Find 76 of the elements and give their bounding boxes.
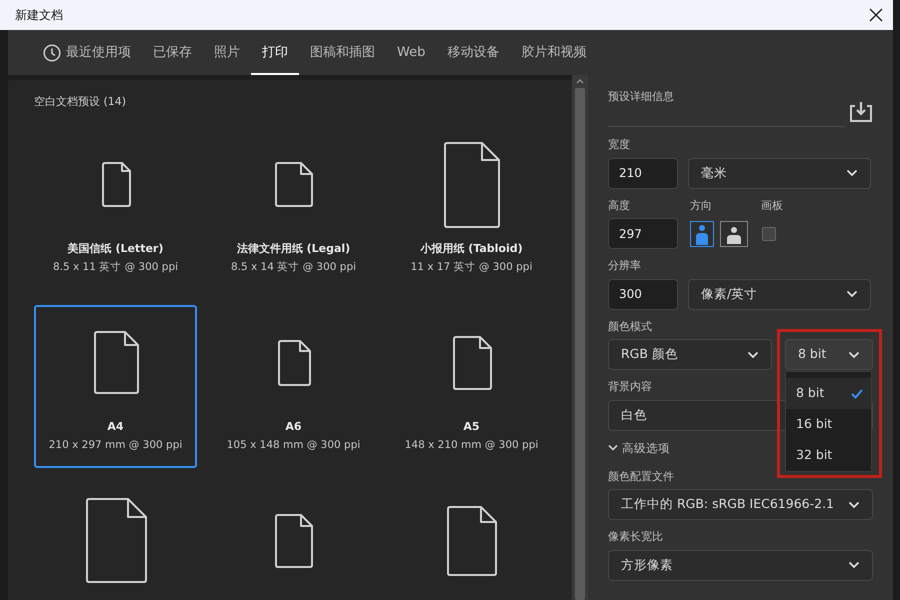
chevron-down-icon bbox=[848, 350, 860, 358]
field-label: 像素长宽比 bbox=[608, 529, 663, 546]
menu-item[interactable]: 32 bit bbox=[786, 440, 871, 471]
preset-size: 8.5 x 14 英寸 @ 300 ppi bbox=[230, 260, 356, 275]
preset-name: A5 bbox=[463, 418, 480, 434]
document-icon bbox=[443, 142, 500, 228]
panel-title: 预设详细信息 bbox=[608, 89, 674, 105]
preset-name: 小报用纸 (Tabloid) bbox=[420, 240, 523, 256]
preset-size: 210 x 297 mm @ 300 ppi bbox=[48, 438, 182, 453]
preset-size: 105 x 148 mm @ 300 ppi bbox=[226, 438, 360, 453]
checkmark-icon bbox=[851, 388, 863, 398]
field-label: 颜色模式 bbox=[608, 318, 652, 334]
close-button[interactable] bbox=[867, 6, 885, 24]
portrait-button[interactable] bbox=[690, 220, 714, 246]
document-icon bbox=[452, 336, 492, 390]
preset-size: 148 x 210 mm @ 300 ppi bbox=[404, 438, 538, 453]
preset-name: A6 bbox=[285, 418, 302, 434]
document-icon bbox=[274, 162, 313, 207]
bit-depth-dropdown[interactable]: 8 bit bbox=[785, 339, 873, 370]
preset-card[interactable]: 法律文件用纸 (Legal) 8.5 x 14 英寸 @ 300 ppi bbox=[212, 126, 375, 290]
preset-card[interactable]: A6 105 x 148 mm @ 300 ppi bbox=[212, 304, 375, 468]
pixel-aspect-dropdown[interactable]: 方形像素 bbox=[608, 550, 873, 581]
preset-card[interactable]: 美国信纸 (Letter) 8.5 x 11 英寸 @ 300 ppi bbox=[34, 126, 197, 290]
preset-name: 法律文件用纸 (Legal) bbox=[236, 240, 350, 256]
section-title: 空白文档预设 (14) bbox=[34, 94, 128, 110]
preset-card[interactable]: A4 210 x 297 mm @ 300 ppi bbox=[34, 304, 197, 468]
tab[interactable]: 照片 bbox=[203, 32, 251, 75]
preset-card[interactable]: 小报用纸 (Tabloid) 11 x 17 英寸 @ 300 ppi bbox=[390, 126, 553, 290]
field-label: 分辨率 bbox=[608, 258, 641, 274]
tab[interactable]: 最近使用项 bbox=[32, 32, 142, 75]
unit-dropdown[interactable]: 像素/英寸 bbox=[688, 278, 871, 310]
clock-icon bbox=[43, 44, 61, 62]
chevron-down-icon bbox=[608, 444, 618, 452]
chevron-down-icon bbox=[848, 500, 860, 509]
advanced-toggle[interactable]: 高级选项 bbox=[608, 440, 670, 457]
chevron-down-icon bbox=[846, 169, 858, 177]
preset-name: A4 bbox=[107, 418, 124, 434]
document-icon bbox=[446, 506, 497, 576]
landscape-button[interactable] bbox=[720, 220, 748, 246]
close-icon bbox=[869, 8, 883, 22]
chevron-down-icon bbox=[848, 561, 860, 570]
tab[interactable]: Web bbox=[386, 32, 436, 75]
tab[interactable]: 移动设备 bbox=[436, 32, 510, 75]
menu-item[interactable]: 8 bit bbox=[786, 378, 871, 409]
preset-name: 美国信纸 (Letter) bbox=[68, 240, 164, 256]
tab[interactable]: 已保存 bbox=[142, 32, 203, 75]
tab[interactable]: 胶片和视频 bbox=[510, 32, 598, 75]
document-icon bbox=[274, 514, 313, 568]
number-field[interactable]: 297 bbox=[608, 218, 678, 249]
field-label: 宽度 bbox=[608, 137, 630, 153]
save-preset-button[interactable] bbox=[849, 101, 873, 123]
preset-card[interactable]: A5 148 x 210 mm @ 300 ppi bbox=[390, 304, 553, 468]
document-icon bbox=[100, 162, 130, 207]
preset-size: 8.5 x 11 英寸 @ 300 ppi bbox=[52, 260, 178, 275]
artboard-checkbox[interactable] bbox=[762, 226, 776, 240]
scroll-up-icon bbox=[576, 79, 584, 84]
window-title: 新建文档 bbox=[15, 7, 63, 24]
unit-dropdown[interactable]: 毫米 bbox=[688, 158, 871, 188]
chevron-down-icon bbox=[846, 290, 858, 298]
field-label: 高度 bbox=[608, 198, 631, 214]
preset-size: 11 x 17 英寸 @ 300 ppi bbox=[410, 260, 532, 275]
field-label: 背景内容 bbox=[608, 379, 652, 395]
number-field[interactable]: 300 bbox=[608, 278, 678, 310]
chevron-down-icon bbox=[747, 350, 759, 358]
document-icon bbox=[276, 340, 310, 386]
field-label: 方向 bbox=[690, 198, 713, 214]
color-mode-dropdown[interactable]: RGB 颜色 bbox=[608, 339, 772, 370]
scrollbar[interactable] bbox=[572, 75, 588, 600]
field-label: 画板 bbox=[761, 198, 783, 214]
download-icon bbox=[849, 101, 873, 123]
tab[interactable]: 图稿和插图 bbox=[299, 32, 386, 75]
document-icon bbox=[92, 331, 138, 394]
number-field[interactable]: 210 bbox=[608, 158, 678, 188]
color-profile-dropdown[interactable]: 工作中的 RGB: sRGB IEC61966-2.1 bbox=[608, 489, 873, 520]
document-icon bbox=[84, 498, 146, 583]
field-label: 颜色配置文件 bbox=[608, 468, 674, 485]
